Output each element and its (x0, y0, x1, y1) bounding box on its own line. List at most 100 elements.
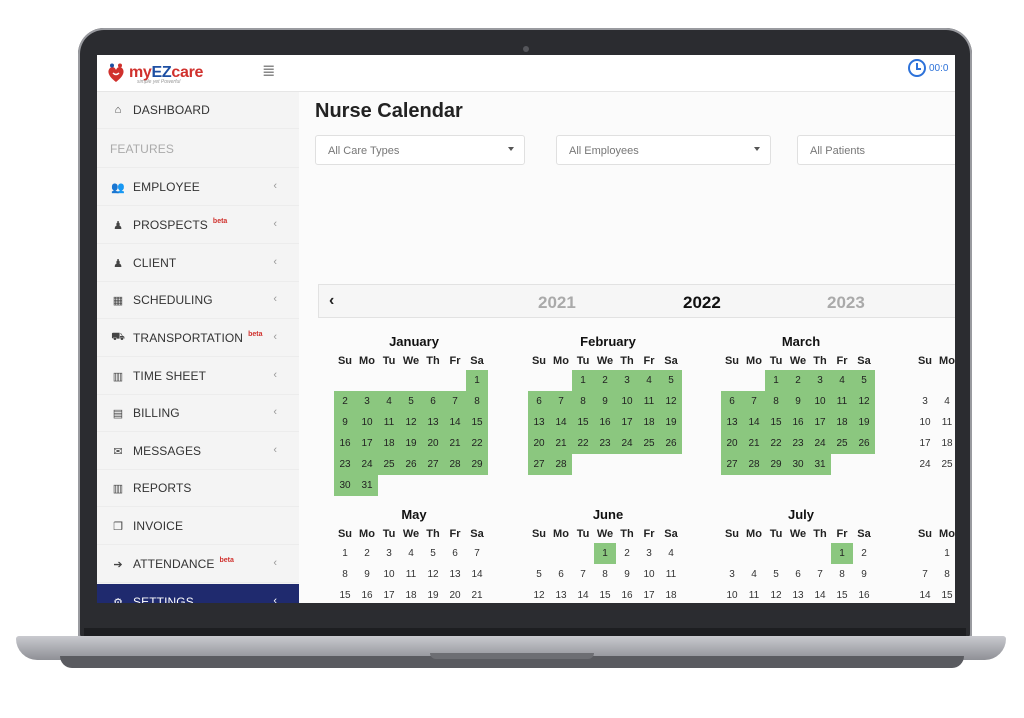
calendar-day[interactable]: 27 (422, 454, 444, 475)
calendar-day[interactable]: 25 (638, 433, 660, 454)
calendar-day[interactable]: 15 (831, 585, 853, 603)
calendar-day[interactable]: 4 (936, 391, 955, 412)
calendar-day[interactable]: 7 (743, 391, 765, 412)
calendar-day[interactable]: 13 (721, 412, 743, 433)
year-2022-current[interactable]: 2022 (683, 293, 721, 313)
calendar-day[interactable]: 6 (528, 391, 550, 412)
calendar-day[interactable]: 7 (550, 391, 572, 412)
calendar-day[interactable]: 3 (809, 370, 831, 391)
calendar-day[interactable]: 9 (334, 412, 356, 433)
sidebar-item-prospects[interactable]: ♟ PROSPECTS beta ‹ (97, 207, 299, 244)
calendar-day[interactable]: 17 (914, 433, 936, 454)
calendar-day[interactable]: 1 (334, 543, 356, 564)
calendar-day[interactable]: 16 (853, 585, 875, 603)
calendar-day[interactable]: 31 (356, 475, 378, 496)
calendar-day[interactable]: 1 (765, 370, 787, 391)
calendar-day[interactable]: 17 (378, 585, 400, 603)
calendar-day[interactable]: 15 (936, 585, 955, 603)
calendar-day[interactable]: 11 (936, 412, 955, 433)
calendar-day[interactable]: 6 (422, 391, 444, 412)
calendar-day[interactable]: 10 (356, 412, 378, 433)
calendar-day[interactable]: 17 (638, 585, 660, 603)
calendar-day[interactable]: 7 (444, 391, 466, 412)
calendar-day[interactable]: 5 (660, 370, 682, 391)
calendar-day[interactable]: 11 (378, 412, 400, 433)
calendar-day[interactable]: 29 (466, 454, 488, 475)
calendar-day[interactable]: 10 (638, 564, 660, 585)
calendar-day[interactable]: 16 (334, 433, 356, 454)
sidebar-item-settings[interactable]: ⚙ SETTINGS ‹ (97, 584, 299, 603)
calendar-day[interactable]: 5 (528, 564, 550, 585)
calendar-day[interactable]: 11 (660, 564, 682, 585)
calendar-day[interactable]: 9 (616, 564, 638, 585)
calendar-day[interactable]: 31 (809, 454, 831, 475)
sidebar-item-messages[interactable]: ✉ MESSAGES ‹ (97, 433, 299, 470)
calendar-day[interactable]: 19 (853, 412, 875, 433)
calendar-day[interactable]: 9 (594, 391, 616, 412)
calendar-day[interactable]: 17 (616, 412, 638, 433)
calendar-day[interactable]: 10 (914, 412, 936, 433)
calendar-day[interactable]: 18 (400, 585, 422, 603)
calendar-day[interactable]: 8 (334, 564, 356, 585)
calendar-day[interactable]: 2 (356, 543, 378, 564)
calendar-day[interactable]: 13 (528, 412, 550, 433)
calendar-day[interactable]: 10 (378, 564, 400, 585)
calendar-day[interactable]: 1 (594, 543, 616, 564)
calendar-day[interactable]: 3 (638, 543, 660, 564)
calendar-day[interactable]: 20 (422, 433, 444, 454)
calendar-day[interactable]: 18 (660, 585, 682, 603)
calendar-day[interactable]: 14 (444, 412, 466, 433)
calendar-day[interactable]: 25 (831, 433, 853, 454)
menu-toggle-icon[interactable]: ≣ (262, 61, 275, 81)
calendar-day[interactable]: 10 (721, 585, 743, 603)
calendar-day[interactable]: 4 (660, 543, 682, 564)
year-2023[interactable]: 2023 (827, 293, 865, 313)
calendar-day[interactable]: 13 (422, 412, 444, 433)
calendar-day[interactable]: 5 (765, 564, 787, 585)
calendar-day[interactable]: 16 (356, 585, 378, 603)
sidebar-item-invoice[interactable]: ❐ INVOICE (97, 508, 299, 545)
calendar-day[interactable]: 21 (550, 433, 572, 454)
sidebar-item-reports[interactable]: ▥ REPORTS (97, 470, 299, 507)
calendar-day[interactable]: 23 (334, 454, 356, 475)
calendar-day[interactable]: 19 (660, 412, 682, 433)
calendar-day[interactable]: 7 (466, 543, 488, 564)
calendar-day[interactable]: 20 (721, 433, 743, 454)
calendar-day[interactable]: 25 (378, 454, 400, 475)
calendar-day[interactable]: 11 (831, 391, 853, 412)
calendar-day[interactable]: 5 (400, 391, 422, 412)
calendar-day[interactable]: 2 (334, 391, 356, 412)
calendar-day[interactable]: 23 (787, 433, 809, 454)
calendar-day[interactable]: 16 (616, 585, 638, 603)
calendar-day[interactable]: 16 (787, 412, 809, 433)
calendar-day[interactable]: 5 (422, 543, 444, 564)
calendar-day[interactable]: 15 (334, 585, 356, 603)
calendar-day[interactable]: 15 (466, 412, 488, 433)
calendar-day[interactable]: 6 (444, 543, 466, 564)
calendar-day[interactable]: 3 (616, 370, 638, 391)
calendar-day[interactable]: 6 (550, 564, 572, 585)
calendar-day[interactable]: 8 (936, 564, 955, 585)
sidebar-item-dashboard[interactable]: ⌂ DASHBOARD (97, 92, 299, 129)
calendar-day[interactable]: 3 (914, 391, 936, 412)
calendar-day[interactable]: 14 (743, 412, 765, 433)
calendar-day[interactable]: 14 (466, 564, 488, 585)
calendar-day[interactable]: 9 (853, 564, 875, 585)
calendar-day[interactable]: 2 (853, 543, 875, 564)
calendar-day[interactable]: 22 (572, 433, 594, 454)
calendar-day[interactable]: 28 (743, 454, 765, 475)
calendar-day[interactable]: 18 (831, 412, 853, 433)
calendar-day[interactable]: 2 (594, 370, 616, 391)
calendar-day[interactable]: 24 (809, 433, 831, 454)
calendar-day[interactable]: 24 (356, 454, 378, 475)
calendar-day[interactable]: 24 (914, 454, 936, 475)
calendar-day[interactable]: 14 (914, 585, 936, 603)
calendar-day[interactable]: 27 (528, 454, 550, 475)
calendar-day[interactable]: 8 (594, 564, 616, 585)
calendar-day[interactable]: 30 (787, 454, 809, 475)
calendar-day[interactable]: 18 (378, 433, 400, 454)
calendar-day[interactable]: 14 (572, 585, 594, 603)
calendar-day[interactable]: 4 (378, 391, 400, 412)
calendar-day[interactable]: 8 (765, 391, 787, 412)
calendar-day[interactable]: 16 (594, 412, 616, 433)
